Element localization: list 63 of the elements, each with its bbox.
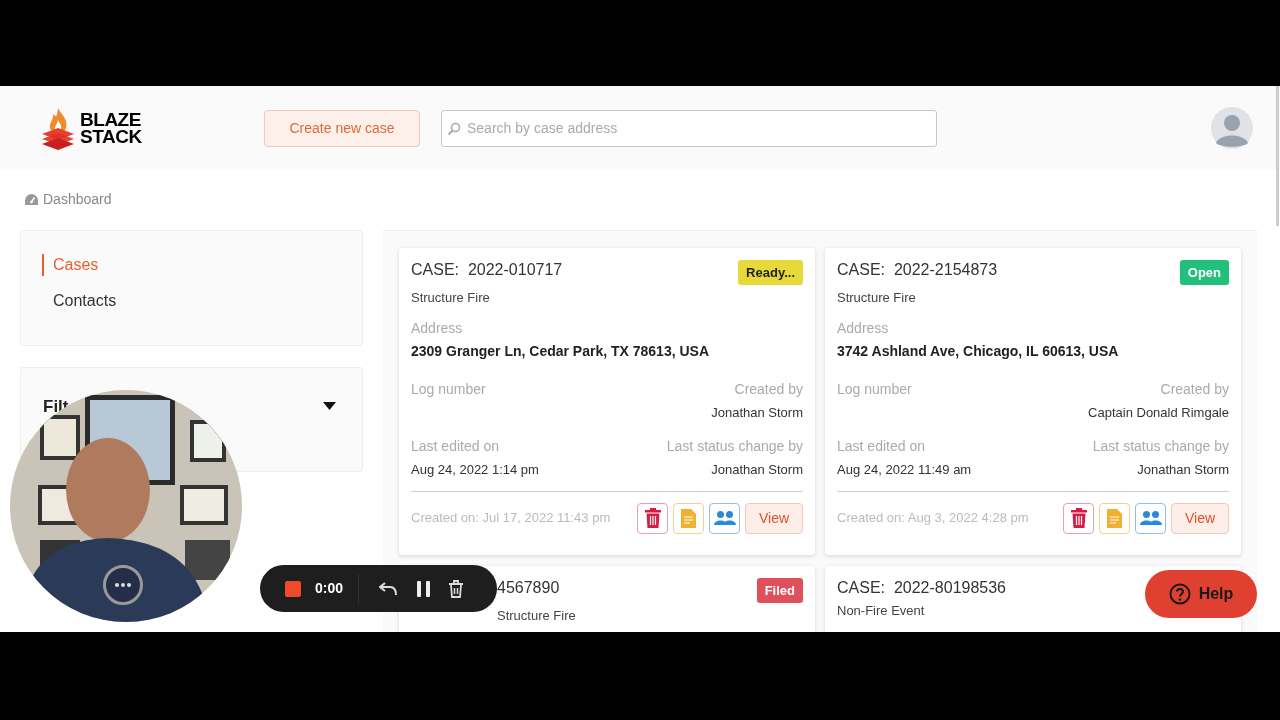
more-button[interactable] xyxy=(103,565,143,605)
status-badge: Ready... xyxy=(738,260,803,285)
view-button[interactable]: View xyxy=(1171,502,1229,534)
case-title: CASE: 2022-010717 xyxy=(411,260,563,280)
status-badge: Filed xyxy=(756,578,803,603)
case-type: Non-Fire Event xyxy=(837,602,925,620)
field-label: Address xyxy=(837,318,890,338)
question-icon xyxy=(1168,583,1191,605)
delete-button[interactable] xyxy=(1063,502,1094,534)
dashboard-icon xyxy=(24,192,39,206)
field-value: Jonathan Storm xyxy=(1137,461,1229,479)
status-badge: Open xyxy=(1179,260,1229,285)
trash-button[interactable] xyxy=(448,579,465,598)
search-icon xyxy=(447,121,461,136)
address-text: 2309 Granger Ln, Cedar Park, TX 78613, USA xyxy=(411,341,711,361)
stop-button[interactable] xyxy=(285,580,301,597)
field-label: Last edited on xyxy=(411,437,499,456)
contacts-button[interactable] xyxy=(1135,502,1166,534)
created-on-text: Created on: Aug 3, 2022 4:28 pm xyxy=(837,509,1030,528)
field-label: Address xyxy=(411,318,464,338)
breadcrumb-link[interactable]: Dashboard xyxy=(43,188,112,210)
document-icon xyxy=(1107,508,1122,528)
case-title: 4567890 xyxy=(497,578,560,598)
field-value: Jonathan Storm xyxy=(711,461,803,479)
field-label: Created by xyxy=(734,379,803,399)
trash-icon xyxy=(1069,508,1088,528)
field-value: Aug 24, 2022 11:49 am xyxy=(837,461,972,479)
field-value: Captain Donald Rimgale xyxy=(1088,403,1229,422)
nav-item[interactable]: Contacts xyxy=(42,290,362,312)
logo-text: BLAZE xyxy=(80,111,142,128)
address-text: 3742 Ashland Ave, Chicago, IL 60613, USA xyxy=(837,341,1120,361)
document-icon xyxy=(681,508,696,528)
more-icon xyxy=(115,583,131,587)
recording-time: 0:00 xyxy=(315,579,344,598)
field-value: Aug 24, 2022 1:14 pm xyxy=(411,461,539,479)
logo-text: STACK xyxy=(80,128,142,145)
people-icon xyxy=(1139,511,1162,525)
created-on-text: Created on: Jul 17, 2022 11:43 pm xyxy=(411,509,612,528)
view-button[interactable]: View xyxy=(745,502,803,534)
field-label: Last status change by xyxy=(1092,437,1229,456)
caret-icon[interactable] xyxy=(323,402,336,410)
help-button[interactable]: Help xyxy=(1145,570,1257,618)
field-label: Last edited on xyxy=(837,437,925,456)
case-title: CASE: 2022-80198536 xyxy=(837,578,1006,598)
undo-button[interactable] xyxy=(379,581,398,596)
search-field[interactable]: Search by case address xyxy=(441,109,937,147)
trash-icon xyxy=(643,508,662,528)
contacts-button[interactable] xyxy=(709,502,740,534)
field-label: Created by xyxy=(1160,379,1229,399)
field-label: Log number xyxy=(837,379,912,399)
flame-logo-icon xyxy=(40,106,76,150)
delete-button[interactable] xyxy=(637,502,668,534)
create-case-button[interactable]: Create new case xyxy=(264,109,420,147)
field-label: Log number xyxy=(411,379,486,399)
people-icon xyxy=(713,511,736,525)
case-type: Structure Fire xyxy=(497,607,576,625)
pause-button[interactable] xyxy=(417,580,432,597)
case-type: Structure Fire xyxy=(837,289,916,307)
field-value: Jonathan Storm xyxy=(711,403,803,422)
field-label: Last status change by xyxy=(666,437,803,456)
case-title: CASE: 2022-2154873 xyxy=(837,260,998,280)
case-type: Structure Fire xyxy=(411,289,490,307)
nav-item[interactable]: Cases xyxy=(42,254,362,276)
